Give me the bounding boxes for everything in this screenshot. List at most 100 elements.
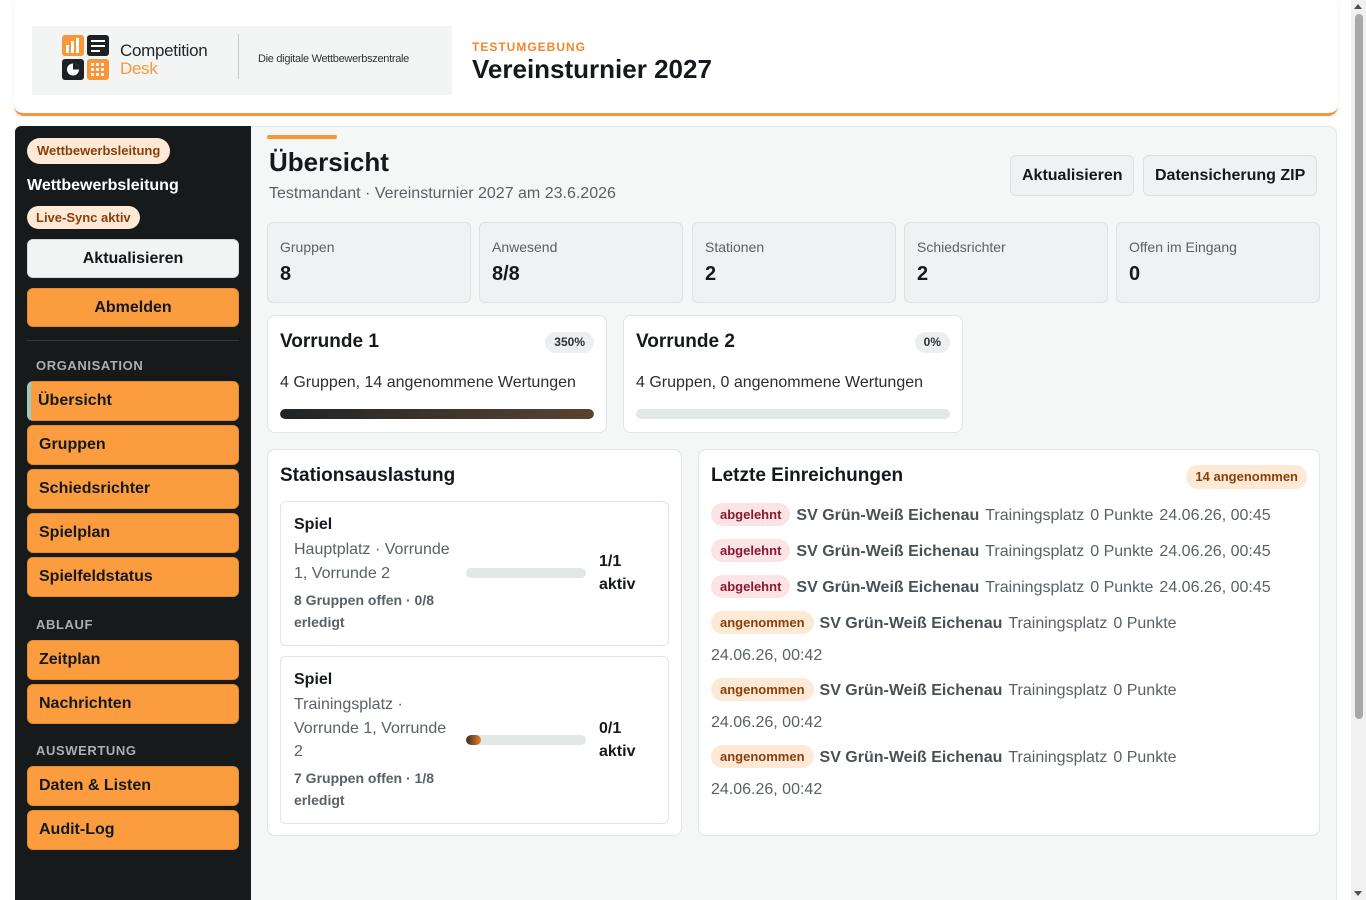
submission-points: 0 Punkte: [1090, 507, 1154, 524]
round-card-vorrunde-1: Vorrunde 1 350% 4 Gruppen, 14 angenommen…: [267, 315, 607, 433]
station-item[interactable]: Spiel Hauptplatz · Vorrunde 1, Vorrunde …: [280, 501, 669, 646]
round-title: Vorrunde 1: [280, 331, 379, 352]
brand-name-line2: Desk: [120, 59, 158, 78]
round-progress-bar: [280, 409, 594, 419]
stat-label: Offen im Eingang: [1129, 239, 1237, 255]
submission-points: 0 Punkte: [1113, 682, 1177, 699]
status-badge: abgelehnt: [711, 503, 791, 526]
sidebar-item-audit-log[interactable]: Audit-Log: [27, 810, 239, 850]
station-location: Hauptplatz · Vorrunde 1, Vorrunde 2: [294, 541, 450, 582]
nav-section-auswertung: AUSWERTUNG: [36, 743, 137, 758]
submission-time: 24.06.26, 00:45: [1159, 507, 1271, 524]
round-title: Vorrunde 2: [636, 331, 735, 352]
submission-time: 24.06.26, 00:42: [711, 647, 823, 664]
brand-logo: Competition Desk Die digitale Wettbewerb…: [32, 26, 452, 95]
station-name: Spiel: [294, 516, 333, 533]
scroll-up-arrow-icon[interactable]: [1354, 4, 1362, 9]
station-item[interactable]: Spiel Trainingsplatz · Vorrunde 1, Vorru…: [280, 656, 669, 824]
brand-tagline: Die digitale Wettbewerbszentrale: [258, 53, 410, 65]
submission-points: 0 Punkte: [1090, 543, 1154, 560]
submission-row[interactable]: abgelehnt SV Grün-Weiß Eichenau Trainingsp…: [711, 536, 1291, 572]
page-scrollbar[interactable]: [1351, 0, 1366, 900]
round-description: 4 Gruppen, 0 angenommene Wertungen: [636, 374, 924, 391]
stat-value: 2: [917, 263, 929, 285]
page-title: Übersicht: [269, 147, 389, 177]
stat-card-schiedsrichter: Schiedsrichter 2: [904, 222, 1108, 303]
environment-label: TESTUMGEBUNG: [472, 40, 586, 54]
tournament-title: Vereinsturnier 2027: [472, 54, 712, 84]
round-percent-badge: 350%: [545, 332, 594, 353]
submission-time: 24.06.26, 00:45: [1159, 543, 1271, 560]
nav-section-organisation: ORGANISATION: [36, 358, 144, 373]
submission-team: SV Grün-Weiß Eichenau: [796, 543, 980, 560]
sidebar-item-schiedsrichter[interactable]: Schiedsrichter: [27, 469, 239, 509]
stat-label: Stationen: [705, 239, 765, 255]
station-count-value: 0/1: [599, 720, 622, 737]
station-open-groups: 7 Gruppen offen · 1/8 erledigt: [294, 770, 435, 808]
refresh-button[interactable]: Aktualisieren: [1010, 155, 1135, 196]
round-progress-fill: [280, 409, 594, 419]
submission-time: 24.06.26, 00:42: [711, 714, 823, 731]
sidebar-item-nachrichten[interactable]: Nachrichten: [27, 684, 239, 724]
stat-value: 8: [280, 263, 292, 285]
status-badge: angenommen: [711, 678, 814, 701]
submission-row[interactable]: angenommen SV Grün-Weiß Eichenau Trainings…: [711, 742, 1211, 809]
sidebar-refresh-button[interactable]: Aktualisieren: [27, 239, 239, 278]
logout-button[interactable]: Abmelden: [27, 288, 239, 327]
station-active-count: 0/1 aktiv: [599, 717, 659, 763]
station-progress-bar: [466, 735, 586, 745]
submission-place: Trainingsplatz: [1008, 615, 1108, 632]
stat-label: Anwesend: [492, 239, 558, 255]
sidebar-item-gruppen[interactable]: Gruppen: [27, 425, 239, 465]
station-count-status: aktiv: [599, 743, 636, 760]
station-name: Spiel: [294, 671, 333, 688]
stat-value: 2: [705, 263, 717, 285]
submission-place: Trainingsplatz: [985, 579, 1085, 596]
main-content: Übersicht Testmandant · Vereinsturnier 2…: [251, 126, 1337, 900]
status-badge: angenommen: [711, 745, 814, 768]
submission-time: 24.06.26, 00:45: [1159, 579, 1271, 596]
status-badge: abgelehnt: [711, 539, 791, 562]
submission-row[interactable]: abgelehnt SV Grün-Weiß Eichenau Trainingsp…: [711, 500, 1291, 536]
scroll-down-arrow-icon[interactable]: [1354, 891, 1362, 896]
submission-row[interactable]: angenommen SV Grün-Weiß Eichenau Trainings…: [711, 675, 1211, 742]
brand-name: Competition Desk: [120, 41, 208, 78]
stat-card-gruppen: Gruppen 8: [267, 222, 471, 303]
submission-team: SV Grün-Weiß Eichenau: [796, 507, 980, 524]
submission-team: SV Grün-Weiß Eichenau: [796, 579, 980, 596]
status-badge: angenommen: [711, 611, 814, 634]
station-load-card: Stationsauslastung Spiel Hauptplatz · Vo…: [267, 449, 682, 836]
sidebar-item-daten-listen[interactable]: Daten & Listen: [27, 766, 239, 806]
stat-value: 8/8: [492, 263, 520, 285]
station-load-title: Stationsauslastung: [280, 465, 456, 486]
station-count-status: aktiv: [599, 576, 636, 593]
submission-place: Trainingsplatz: [985, 507, 1085, 524]
submission-row[interactable]: angenommen SV Grün-Weiß Eichenau Trainings…: [711, 608, 1211, 675]
brand-name-line1: Competition: [120, 41, 208, 60]
station-progress-bar: [466, 568, 586, 578]
sidebar-item-uebersicht[interactable]: Übersicht: [27, 381, 239, 421]
submission-place: Trainingsplatz: [985, 543, 1085, 560]
sidebar-item-spielfeldstatus[interactable]: Spielfeldstatus: [27, 557, 239, 597]
submission-points: 0 Punkte: [1090, 579, 1154, 596]
role-badge: Wettbewerbsleitung: [27, 138, 171, 164]
role-name: Wettbewerbsleitung: [27, 177, 179, 194]
station-progress-fill: [466, 735, 481, 745]
title-accent-line: [267, 135, 337, 139]
submission-row[interactable]: abgelehnt SV Grün-Weiß Eichenau Trainingsp…: [711, 572, 1291, 608]
submissions-list: abgelehnt SV Grün-Weiß Eichenau Trainingsp…: [711, 500, 1311, 809]
accepted-count-badge: 14 angenommen: [1186, 465, 1307, 489]
round-card-vorrunde-2: Vorrunde 2 0% 4 Gruppen, 0 angenommene W…: [623, 315, 963, 433]
scrollbar-thumb[interactable]: [1355, 14, 1363, 719]
submission-points: 0 Punkte: [1113, 615, 1177, 632]
sidebar: Wettbewerbsleitung Wettbewerbsleitung Li…: [15, 126, 251, 900]
logo-divider: [238, 34, 239, 79]
sidebar-divider: [27, 340, 239, 341]
live-sync-badge: Live-Sync aktiv: [27, 206, 140, 229]
sidebar-item-zeitplan[interactable]: Zeitplan: [27, 640, 239, 680]
sidebar-item-spielplan[interactable]: Spielplan: [27, 513, 239, 553]
round-description: 4 Gruppen, 14 angenommene Wertungen: [280, 374, 576, 391]
submission-team: SV Grün-Weiß Eichenau: [819, 682, 1003, 699]
stat-value: 0: [1129, 263, 1141, 285]
backup-zip-button[interactable]: Datensicherung ZIP: [1143, 155, 1318, 196]
